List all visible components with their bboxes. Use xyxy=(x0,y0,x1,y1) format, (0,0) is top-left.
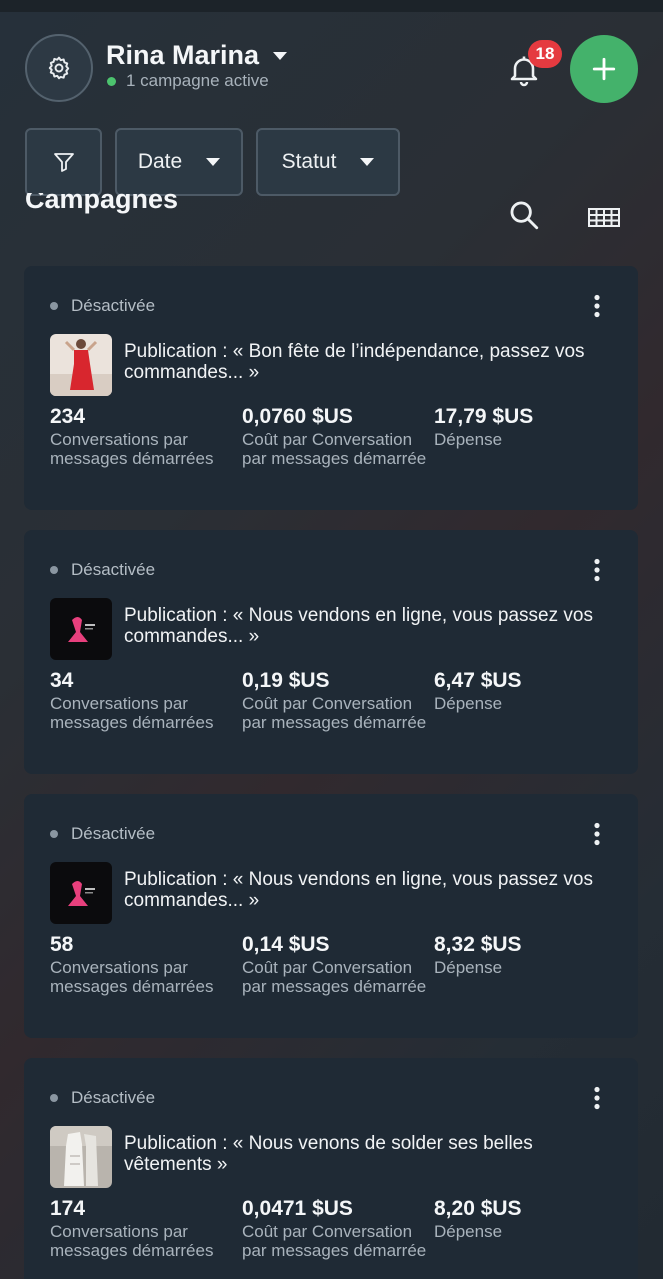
campaign-status: Désactivée xyxy=(50,1088,155,1108)
filter-button[interactable] xyxy=(25,128,102,196)
more-options-icon[interactable] xyxy=(591,822,603,846)
search-icon[interactable] xyxy=(507,198,541,232)
metric-cost-per-result: 0,14 $US Coût par Conversation par messa… xyxy=(242,932,427,996)
metric-conversations: 174 Conversations par messages démarrées xyxy=(50,1196,235,1260)
account-name: Rina Marina xyxy=(106,40,260,70)
status-dot-icon xyxy=(50,566,58,574)
metric-value: 58 xyxy=(50,933,74,956)
metric-value: 0,19 $US xyxy=(242,669,330,692)
create-campaign-button[interactable] xyxy=(570,35,638,103)
metric-cost-per-result: 0,19 $US Coût par Conversation par messa… xyxy=(242,668,427,732)
metric-label: Dépense xyxy=(434,694,503,713)
campaign-card[interactable]: Désactivée Publication : « Nous vendons … xyxy=(24,530,638,774)
metric-label: Coût par Conversation par messages démar… xyxy=(242,430,427,468)
more-options-icon[interactable] xyxy=(591,558,603,582)
settings-button[interactable] xyxy=(25,34,93,102)
campaign-card[interactable]: Désactivée Publication : « Nous venons d… xyxy=(24,1058,638,1279)
campaign-card[interactable]: Désactivée Publication : « Nous vendons … xyxy=(24,794,638,1038)
status-dot-icon xyxy=(50,830,58,838)
post-title: Publication : « Nous vendons en ligne, v… xyxy=(124,605,593,647)
metric-value: 17,79 $US xyxy=(434,405,534,428)
red-dress-photo xyxy=(50,334,112,396)
date-filter-dropdown[interactable]: Date xyxy=(115,128,243,196)
metric-value: 6,47 $US xyxy=(434,669,522,692)
campaign-status-text: Désactivée xyxy=(71,1088,156,1107)
status-filter-label: Statut xyxy=(281,150,337,173)
campaign-status: Désactivée xyxy=(50,824,155,844)
metric-cost-per-result: 0,0760 $US Coût par Conversation par mes… xyxy=(242,404,427,468)
metric-label: Conversations par messages démarrées xyxy=(50,958,214,996)
notification-badge: 18 xyxy=(528,40,562,68)
post-title: Publication : « Nous vendons en ligne, v… xyxy=(124,869,593,911)
funnel-icon xyxy=(53,153,74,172)
status-dot-icon xyxy=(50,1094,58,1102)
metric-label: Coût par Conversation par messages démar… xyxy=(242,1222,427,1260)
metric-label: Dépense xyxy=(434,958,503,977)
post-thumbnail xyxy=(50,334,112,396)
pink-logo-black xyxy=(50,862,112,924)
chevron-down-icon xyxy=(273,51,288,60)
account-switcher[interactable]: Rina Marina xyxy=(106,40,288,71)
metric-value: 174 xyxy=(50,1197,86,1220)
campaign-status-text: Désactivée xyxy=(71,560,156,579)
campaign-status: Désactivée xyxy=(50,560,155,580)
status-dot-icon xyxy=(50,302,58,310)
account-status: 1 campagne active xyxy=(107,71,269,91)
metric-conversations: 34 Conversations par messages démarrées xyxy=(50,668,235,732)
white-outfit-photo xyxy=(50,1126,112,1188)
more-options-icon[interactable] xyxy=(591,294,603,318)
active-dot-icon xyxy=(107,76,116,86)
metric-value: 234 xyxy=(50,405,86,428)
more-options-icon[interactable] xyxy=(591,1086,603,1110)
metric-spend: 17,79 $US Dépense xyxy=(434,404,619,449)
chevron-down-icon xyxy=(206,158,221,166)
post-thumbnail xyxy=(50,862,112,924)
metric-label: Dépense xyxy=(434,1222,503,1241)
table-view-icon[interactable] xyxy=(588,204,620,228)
metric-label: Dépense xyxy=(434,430,503,449)
metric-spend: 8,20 $US Dépense xyxy=(434,1196,619,1241)
post-title: Publication : « Nous venons de solder se… xyxy=(124,1133,533,1175)
plus-icon xyxy=(592,57,616,81)
metric-label: Conversations par messages démarrées xyxy=(50,430,214,468)
metric-value: 0,14 $US xyxy=(242,933,330,956)
metric-label: Coût par Conversation par messages démar… xyxy=(242,958,427,996)
metric-value: 0,0471 $US xyxy=(242,1197,353,1220)
metric-spend: 6,47 $US Dépense xyxy=(434,668,619,713)
account-status-text: 1 campagne active xyxy=(126,71,269,90)
metric-label: Coût par Conversation par messages démar… xyxy=(242,694,427,732)
metric-conversations: 234 Conversations par messages démarrées xyxy=(50,404,235,468)
metric-spend: 8,32 $US Dépense xyxy=(434,932,619,977)
metric-label: Conversations par messages démarrées xyxy=(50,1222,214,1260)
metric-value: 0,0760 $US xyxy=(242,405,353,428)
status-filter-dropdown[interactable]: Statut xyxy=(256,128,400,196)
gear-icon xyxy=(48,56,70,80)
section-title-text: Campagnes xyxy=(25,193,179,214)
account-header: Rina Marina 1 campagne active 18 xyxy=(0,12,663,122)
section-title: Campagnes xyxy=(25,193,178,223)
campaign-status: Désactivée xyxy=(50,296,155,316)
post-thumbnail xyxy=(50,598,112,660)
metric-value: 8,32 $US xyxy=(434,933,522,956)
metric-label: Conversations par messages démarrées xyxy=(50,694,214,732)
date-filter-label: Date xyxy=(137,150,183,173)
campaign-status-text: Désactivée xyxy=(71,296,156,315)
chevron-down-icon xyxy=(360,158,375,166)
campaign-status-text: Désactivée xyxy=(71,824,156,843)
metric-value: 34 xyxy=(50,669,74,692)
post-thumbnail xyxy=(50,1126,112,1188)
metric-value: 8,20 $US xyxy=(434,1197,522,1220)
filter-bar: Date Statut xyxy=(25,128,400,196)
metric-cost-per-result: 0,0471 $US Coût par Conversation par mes… xyxy=(242,1196,427,1260)
pink-logo-black xyxy=(50,598,112,660)
metric-conversations: 58 Conversations par messages démarrées xyxy=(50,932,235,996)
status-bar-strip xyxy=(0,0,663,12)
campaign-card[interactable]: Désactivée Publication : « Bon fête de l… xyxy=(24,266,638,510)
post-title: Publication : « Bon fête de l’indépendan… xyxy=(124,341,585,383)
